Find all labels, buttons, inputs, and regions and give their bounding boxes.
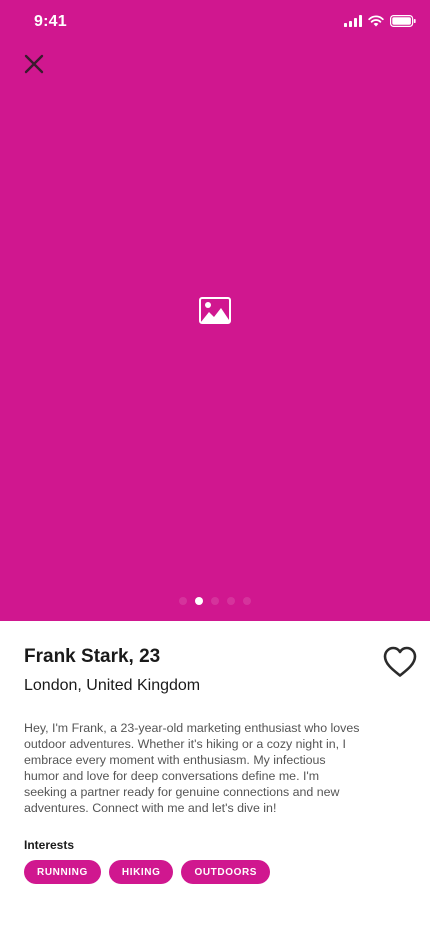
pagination-dot[interactable]: [227, 597, 235, 605]
pagination-dot[interactable]: [243, 597, 251, 605]
interests-title: Interests: [24, 838, 75, 852]
status-bar: 9:41: [0, 0, 430, 44]
interests-list: RUNNING HIKING OUTDOORS: [24, 860, 271, 884]
wifi-icon: [368, 15, 384, 27]
close-icon: [24, 54, 44, 74]
status-time: 9:41: [34, 13, 67, 30]
profile-location: London, United Kingdom: [24, 677, 201, 694]
profile-bio: Hey, I'm Frank, a 23-year-old marketing …: [24, 721, 360, 815]
battery-icon: [390, 15, 416, 27]
signal-icon: [344, 15, 362, 27]
interest-chip[interactable]: HIKING: [108, 860, 174, 884]
status-icons: [344, 15, 416, 27]
profile-name: Frank Stark, 23: [24, 646, 161, 667]
pagination-dot[interactable]: [195, 597, 203, 605]
heart-icon[interactable]: [382, 645, 418, 679]
photo-pagination: [0, 597, 430, 605]
interest-chip[interactable]: RUNNING: [24, 860, 101, 884]
profile-photo-area[interactable]: 9:41: [0, 0, 430, 621]
pagination-dot[interactable]: [211, 597, 219, 605]
interest-chip[interactable]: OUTDOORS: [181, 860, 271, 884]
pagination-dot[interactable]: [179, 597, 187, 605]
close-button[interactable]: [20, 50, 48, 78]
image-icon: [199, 297, 231, 324]
